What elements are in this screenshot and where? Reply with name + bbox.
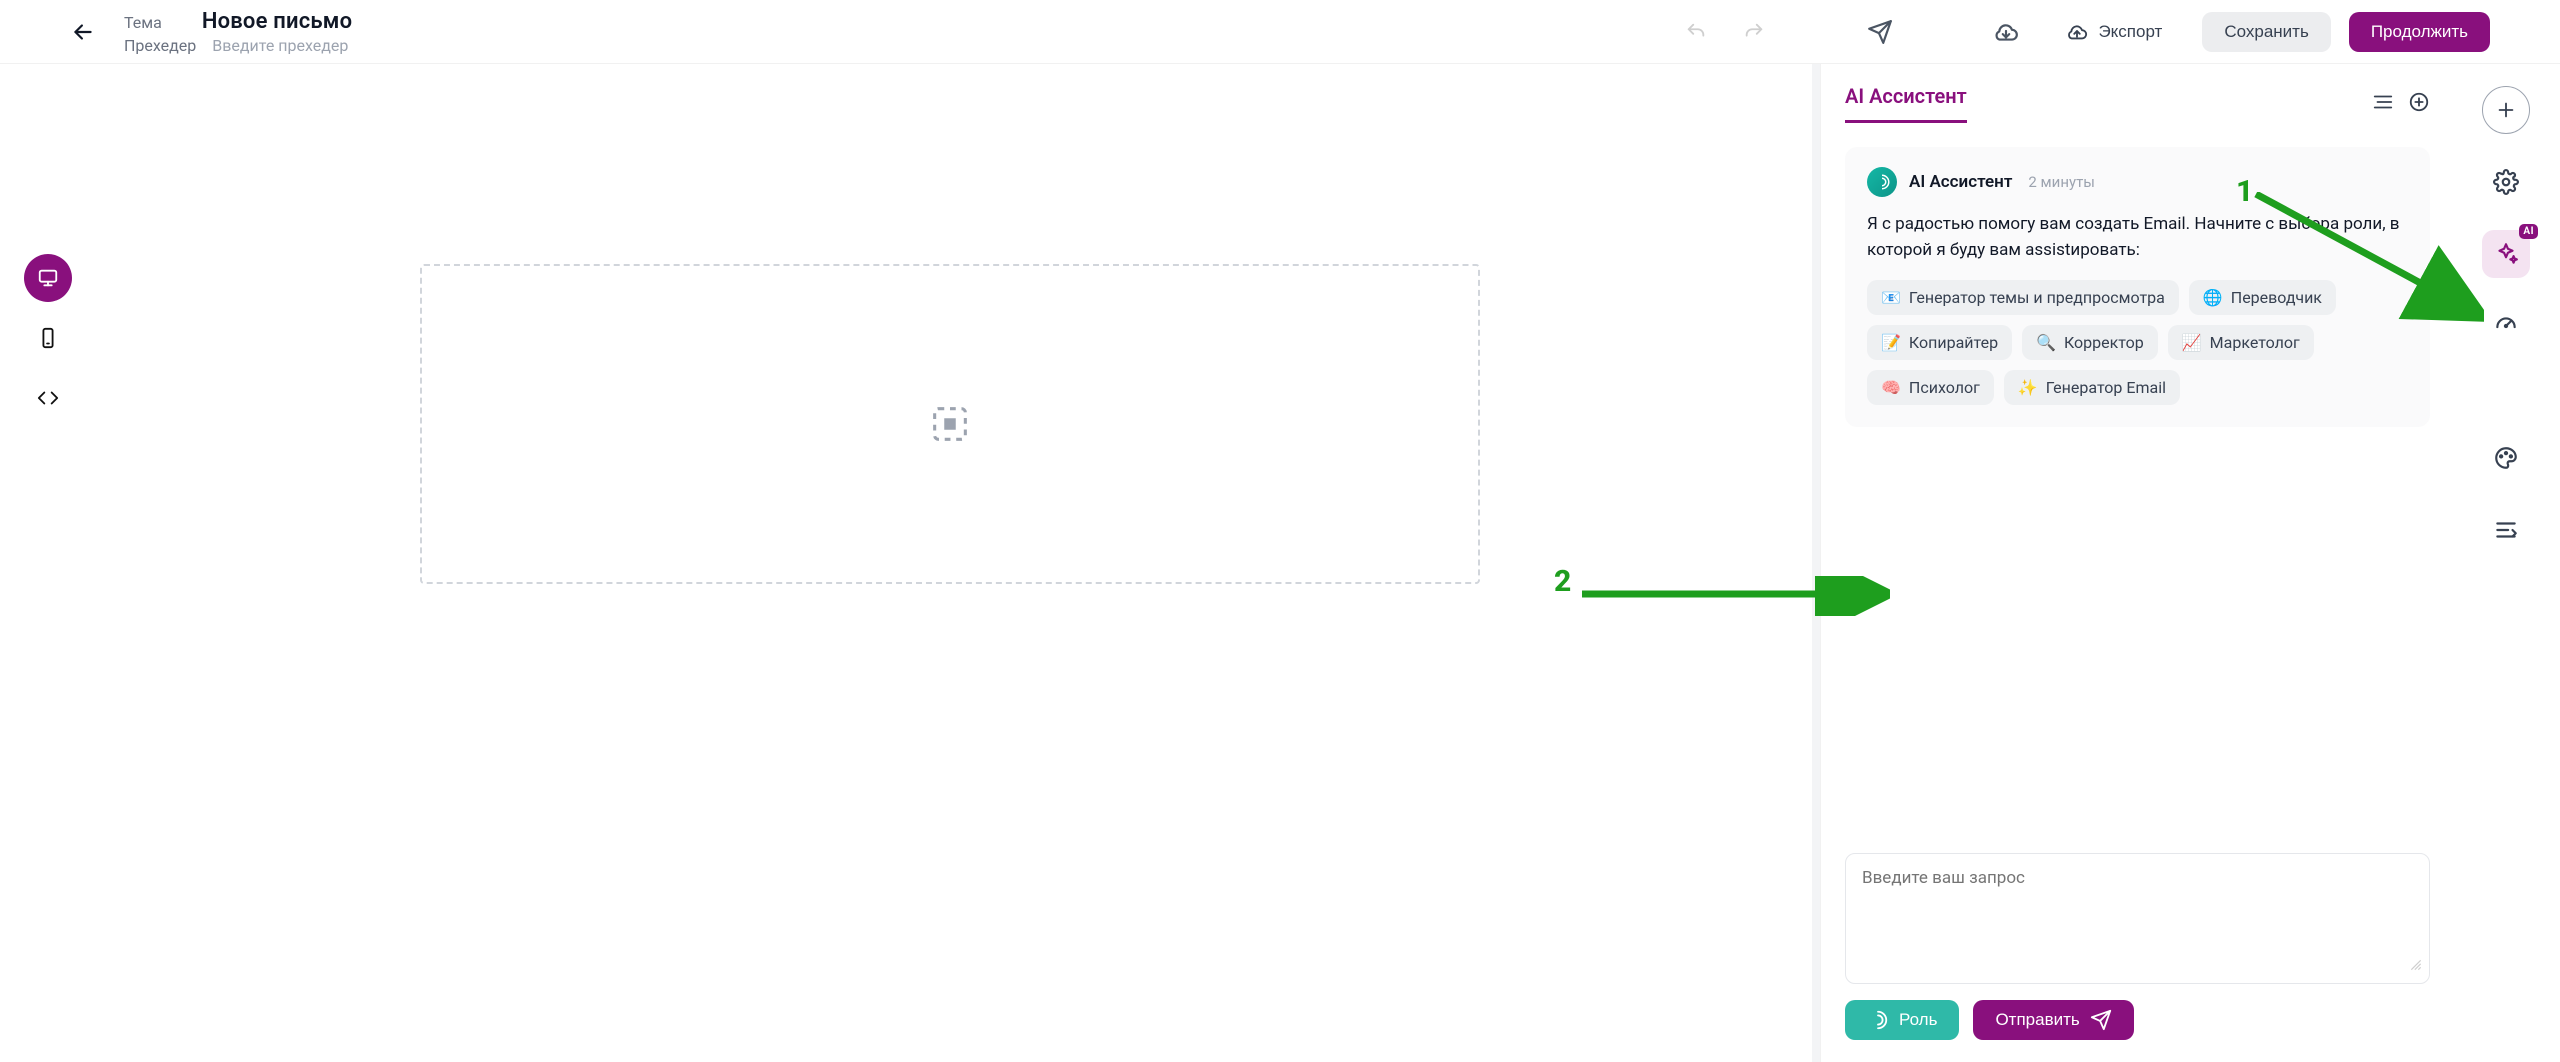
canvas-scrollbar[interactable] bbox=[1812, 64, 1820, 1062]
save-label: Сохранить bbox=[2224, 22, 2308, 42]
assistant-tab[interactable]: AI Ассистент bbox=[1845, 84, 1967, 123]
send-icon bbox=[2090, 1009, 2112, 1031]
back-button[interactable] bbox=[70, 19, 96, 45]
image-placeholder-icon bbox=[927, 401, 973, 447]
right-tool-strip: AI bbox=[2452, 64, 2560, 1062]
subject-block: Тема Новое письмо Прехедер Введите прехе… bbox=[124, 9, 352, 55]
assistant-message-name: AI Ассистент bbox=[1909, 172, 2012, 192]
assistant-avatar bbox=[1867, 167, 1897, 197]
chip-label: Психолог bbox=[1909, 378, 1980, 397]
assistant-role-label: Роль bbox=[1899, 1010, 1937, 1030]
assistant-role-chips: 📧 Генератор темы и предпросмотра 🌐 Перев… bbox=[1867, 280, 2408, 405]
role-chip-marketer[interactable]: 📈 Маркетолог bbox=[2168, 325, 2314, 360]
assistant-send-button[interactable]: Отправить bbox=[1973, 1000, 2133, 1040]
ai-badge: AI bbox=[2519, 224, 2538, 239]
strip-text-styles-button[interactable] bbox=[2482, 506, 2530, 554]
role-chip-translator[interactable]: 🌐 Переводчик bbox=[2189, 280, 2336, 315]
assistant-send-label: Отправить bbox=[1995, 1010, 2079, 1030]
role-chip-copywriter[interactable]: 📝 Копирайтер bbox=[1867, 325, 2012, 360]
resize-handle-icon[interactable] bbox=[2409, 957, 2423, 977]
palette-icon bbox=[2493, 445, 2519, 471]
assistant-new-chat-button[interactable] bbox=[2408, 91, 2430, 117]
cloud-sync-button[interactable] bbox=[1986, 12, 2026, 52]
plus-circle-icon bbox=[2408, 91, 2430, 113]
paper-plane-icon bbox=[1867, 19, 1893, 45]
role-chip-subject-generator[interactable]: 📧 Генератор темы и предпросмотра bbox=[1867, 280, 2179, 315]
chip-label: Генератор темы и предпросмотра bbox=[1909, 288, 2165, 307]
role-chip-email-generator[interactable]: ✨ Генератор Email bbox=[2004, 370, 2180, 405]
role-chip-proofreader[interactable]: 🔍 Корректор bbox=[2022, 325, 2158, 360]
redo-button bbox=[1734, 12, 1774, 52]
cloud-download-icon bbox=[1993, 19, 2019, 45]
strip-palette-button[interactable] bbox=[2482, 434, 2530, 482]
strip-ai-assistant-button[interactable]: AI bbox=[2482, 230, 2530, 278]
undo-button bbox=[1676, 12, 1716, 52]
send-test-button[interactable] bbox=[1860, 12, 1900, 52]
assistant-prompt-input[interactable] bbox=[1862, 868, 2413, 969]
arrow-left-icon bbox=[70, 19, 96, 45]
role-chip-psychologist[interactable]: 🧠 Психолог bbox=[1867, 370, 1994, 405]
chip-emoji: 📈 bbox=[2182, 333, 2202, 352]
assistant-message-body: Я с радостью помогу вам создать Email. Н… bbox=[1867, 211, 2408, 264]
app-header: Тема Новое письмо Прехедер Введите прехе… bbox=[0, 0, 2560, 64]
chip-emoji: 🌐 bbox=[2203, 288, 2223, 307]
sparkles-icon bbox=[2493, 241, 2519, 267]
strip-speed-button[interactable] bbox=[2482, 302, 2530, 350]
assistant-prompt-box[interactable] bbox=[1845, 853, 2430, 984]
chip-label: Маркетолог bbox=[2210, 333, 2300, 352]
chip-emoji: 🔍 bbox=[2036, 333, 2056, 352]
save-button[interactable]: Сохранить bbox=[2202, 12, 2330, 52]
chip-label: Переводчик bbox=[2231, 288, 2322, 307]
preheader-placeholder[interactable]: Введите прехедер bbox=[212, 36, 348, 55]
preheader-label: Прехедер bbox=[124, 36, 196, 55]
export-button[interactable]: Экспорт bbox=[2044, 12, 2184, 52]
continue-label: Продолжить bbox=[2371, 22, 2468, 42]
assistant-settings-icon-button[interactable] bbox=[2372, 91, 2394, 117]
chip-emoji: 📝 bbox=[1881, 333, 1901, 352]
chip-emoji: ✨ bbox=[2018, 378, 2038, 397]
gauge-icon bbox=[2493, 313, 2519, 339]
ai-spiral-icon bbox=[1873, 173, 1891, 191]
assistant-header: AI Ассистент bbox=[1845, 84, 2430, 133]
subject-value[interactable]: Новое письмо bbox=[202, 9, 352, 34]
continue-button[interactable]: Продолжить bbox=[2349, 12, 2490, 52]
gear-icon bbox=[2493, 169, 2519, 195]
chip-label: Корректор bbox=[2064, 333, 2144, 352]
strip-settings-button[interactable] bbox=[2482, 158, 2530, 206]
canvas[interactable] bbox=[0, 64, 1820, 1062]
subject-label: Тема bbox=[124, 13, 162, 32]
assistant-message-time: 2 минуты bbox=[2028, 173, 2095, 191]
redo-icon bbox=[1743, 21, 1765, 43]
strip-add-block-button[interactable] bbox=[2482, 86, 2530, 134]
cloud-upload-icon bbox=[2066, 21, 2088, 43]
ai-spiral-icon bbox=[1867, 1009, 1889, 1031]
drop-area[interactable] bbox=[420, 264, 1480, 584]
export-label: Экспорт bbox=[2098, 22, 2162, 42]
chip-emoji: 📧 bbox=[1881, 288, 1901, 307]
assistant-message-card: AI Ассистент 2 минуты Я с радостью помог… bbox=[1845, 147, 2430, 427]
assistant-role-button[interactable]: Роль bbox=[1845, 1000, 1959, 1040]
undo-icon bbox=[1685, 21, 1707, 43]
chip-emoji: 🧠 bbox=[1881, 378, 1901, 397]
chip-label: Генератор Email bbox=[2046, 378, 2166, 397]
email-frame[interactable] bbox=[420, 264, 1480, 584]
text-lines-icon bbox=[2493, 517, 2519, 543]
chip-label: Копирайтер bbox=[1909, 333, 1998, 352]
lines-icon bbox=[2372, 91, 2394, 113]
plus-icon bbox=[2495, 99, 2517, 121]
assistant-panel: AI Ассистент AI Ассистент 2 минуты Я с р… bbox=[1820, 64, 2452, 1062]
main-area: AI Ассистент AI Ассистент 2 минуты Я с р… bbox=[0, 64, 2560, 1062]
